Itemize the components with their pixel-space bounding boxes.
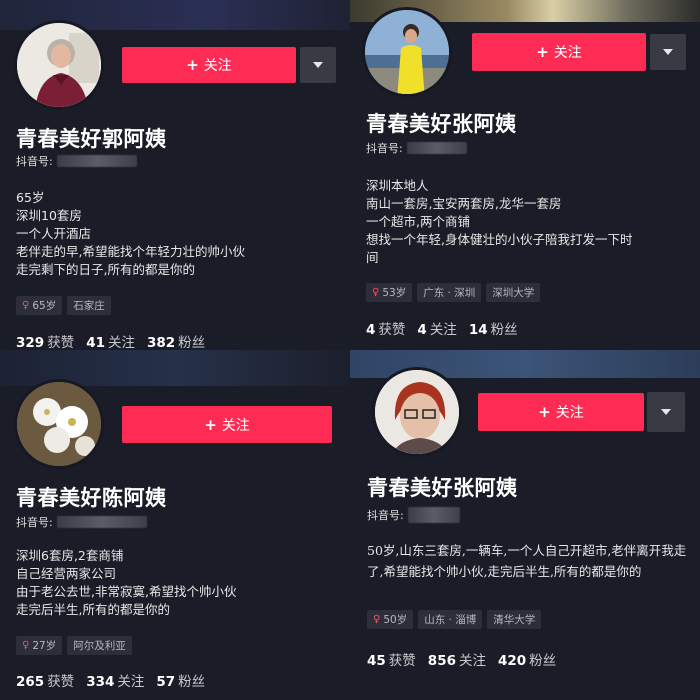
plus-icon: + <box>204 415 217 434</box>
follow-label: 关注 <box>221 417 250 434</box>
profile-card-zhang-2: + 关注 青春美好张阿姨 抖音号: 50岁,山东三套房,一辆车,一个人自己开超市… <box>350 350 700 700</box>
school-tag: 深圳大学 <box>486 283 541 302</box>
bio-line: 想找一个年轻,身体健壮的小伙子陪我打发一下时 <box>366 232 633 247</box>
profile-bio: 深圳本地人 南山一套房,宝安两套房,龙华一套房 一个超市,两个商铺 想找一个年轻… <box>366 177 632 267</box>
profile-card-guo: + 关注 青春美好郭阿姨 抖音号: 65岁 深圳10套房 一个人开酒店 老伴走的… <box>0 0 350 350</box>
douyin-id-label: 抖音号: <box>366 142 403 155</box>
following-stat[interactable]: 856 关注 <box>428 649 486 669</box>
profile-stats: 45 获赞 856 关注 420 粉丝 <box>367 649 556 669</box>
avatar[interactable] <box>14 379 104 469</box>
more-dropdown-button[interactable] <box>300 47 336 83</box>
profile-name: 青春美好张阿姨 <box>367 475 518 500</box>
bio-line: 深圳10套房 <box>16 208 82 223</box>
bio-line: 自己经营两家公司 <box>16 566 117 581</box>
profile-tags: ♀ 27岁 阿尔及利亚 <box>16 636 132 655</box>
profile-card-zhang-1: + 关注 青春美好张阿姨 抖音号: 深圳本地人 南山一套房,宝安两套房,龙华一套… <box>350 0 700 350</box>
douyin-id-label: 抖音号: <box>367 509 404 522</box>
profile-name: 青春美好陈阿姨 <box>16 486 167 510</box>
profile-stats: 4 获赞 4 关注 14 粉丝 <box>366 318 518 338</box>
following-stat[interactable]: 334 关注 <box>86 670 144 690</box>
profile-bio: 65岁 深圳10套房 一个人开酒店 老伴走的早,希望能找个年轻力壮的帅小伙 走完… <box>16 189 245 279</box>
location-tag: 石家庄 <box>67 296 111 315</box>
following-stat[interactable]: 41 关注 <box>86 331 135 350</box>
profile-name: 青春美好张阿姨 <box>366 112 517 136</box>
location-tag: 广东 · 深圳 <box>417 283 482 302</box>
plus-icon: + <box>186 56 199 74</box>
location-tag: 山东 · 淄博 <box>418 610 483 629</box>
age-tag: ♀ 53岁 <box>366 283 413 302</box>
redacted-id <box>56 155 137 167</box>
likes-stat: 329 获赞 <box>16 335 75 350</box>
age-tag: ♀ 50岁 <box>367 610 414 629</box>
bio-line: 深圳6套房,2套商铺 <box>16 548 124 563</box>
douyin-id: 抖音号: <box>16 153 137 169</box>
profile-tags: ♀ 65岁 石家庄 <box>16 296 111 315</box>
age-tag: ♀ 65岁 <box>16 296 63 315</box>
female-icon: ♀ <box>22 300 30 311</box>
avatar[interactable] <box>372 367 462 457</box>
douyin-id-label: 抖音号: <box>16 155 53 168</box>
follow-button[interactable]: + 关注 <box>478 393 644 431</box>
likes-stat: 4 获赞 <box>366 322 406 338</box>
profile-stats: 329 获赞 41 关注 382 粉丝 <box>16 331 205 350</box>
follow-button[interactable]: + 关注 <box>122 406 332 443</box>
redacted-id <box>406 142 467 154</box>
follow-label: 关注 <box>553 45 582 61</box>
following-stat[interactable]: 4 关注 <box>417 318 456 338</box>
bio-line: 50岁,山东三套房,一辆车,一个人自己开超市,老伴离开我走了,希望能找个帅小伙,… <box>367 543 687 579</box>
bio-line: 间 <box>366 250 379 265</box>
profile-card-chen: + 关注 青春美好陈阿姨 抖音号: 深圳6套房,2套商铺 自己经营两家公司 由于… <box>0 350 350 700</box>
female-icon: ♀ <box>373 614 381 625</box>
likes-stat: 265 获赞 <box>16 674 75 690</box>
bio-line: 深圳本地人 <box>366 178 429 193</box>
bio-line: 走完后半生,所有的都是你的 <box>16 602 170 617</box>
avatar[interactable] <box>14 20 104 110</box>
followers-stat[interactable]: 14 粉丝 <box>469 318 518 338</box>
likes-stat: 45 获赞 <box>367 653 416 669</box>
profile-tags: ♀ 53岁 广东 · 深圳 深圳大学 <box>366 283 541 302</box>
redacted-id <box>56 516 147 528</box>
bio-line: 一个人开酒店 <box>16 226 92 241</box>
profile-stats: 265 获赞 334 关注 57 粉丝 <box>16 670 205 690</box>
follow-button[interactable]: + 关注 <box>122 47 296 83</box>
age-tag: ♀ 27岁 <box>16 636 63 655</box>
bio-line: 走完剩下的日子,所有的都是你的 <box>16 262 195 277</box>
profile-bio: 50岁,山东三套房,一辆车,一个人自己开超市,老伴离开我走了,希望能找个帅小伙,… <box>367 540 697 582</box>
location-tag: 阿尔及利亚 <box>67 636 132 655</box>
followers-stat[interactable]: 57 粉丝 <box>156 670 205 690</box>
douyin-id: 抖音号: <box>367 507 460 523</box>
bio-line: 由于老公去世,非常寂寞,希望找个帅小伙 <box>16 584 237 599</box>
chevron-down-icon <box>661 409 671 415</box>
bio-line: 一个超市,两个商铺 <box>366 214 470 229</box>
douyin-id: 抖音号: <box>16 514 147 530</box>
redacted-id <box>407 507 460 523</box>
school-tag: 清华大学 <box>487 610 542 629</box>
chevron-down-icon <box>313 62 323 68</box>
plus-icon: + <box>538 403 551 421</box>
follow-label: 关注 <box>203 58 232 74</box>
female-icon: ♀ <box>22 640 30 651</box>
more-dropdown-button[interactable] <box>650 34 686 70</box>
chevron-down-icon <box>663 49 673 55</box>
douyin-id-label: 抖音号: <box>16 516 53 529</box>
profile-bio: 深圳6套房,2套商铺 自己经营两家公司 由于老公去世,非常寂寞,希望找个帅小伙 … <box>16 547 236 619</box>
follow-label: 关注 <box>555 405 584 421</box>
more-dropdown-button[interactable] <box>647 392 685 432</box>
follow-button[interactable]: + 关注 <box>472 33 646 71</box>
followers-stat[interactable]: 420 粉丝 <box>498 649 556 669</box>
douyin-id: 抖音号: <box>366 140 467 156</box>
followers-stat[interactable]: 382 粉丝 <box>147 331 205 350</box>
bio-line: 65岁 <box>16 190 45 205</box>
plus-icon: + <box>536 43 549 61</box>
profile-name: 青春美好郭阿姨 <box>16 127 167 151</box>
bio-line: 老伴走的早,希望能找个年轻力壮的帅小伙 <box>16 244 245 259</box>
female-icon: ♀ <box>372 287 380 298</box>
bio-line: 南山一套房,宝安两套房,龙华一套房 <box>366 196 562 211</box>
profile-tags: ♀ 50岁 山东 · 淄博 清华大学 <box>367 610 542 629</box>
avatar[interactable] <box>362 7 452 97</box>
